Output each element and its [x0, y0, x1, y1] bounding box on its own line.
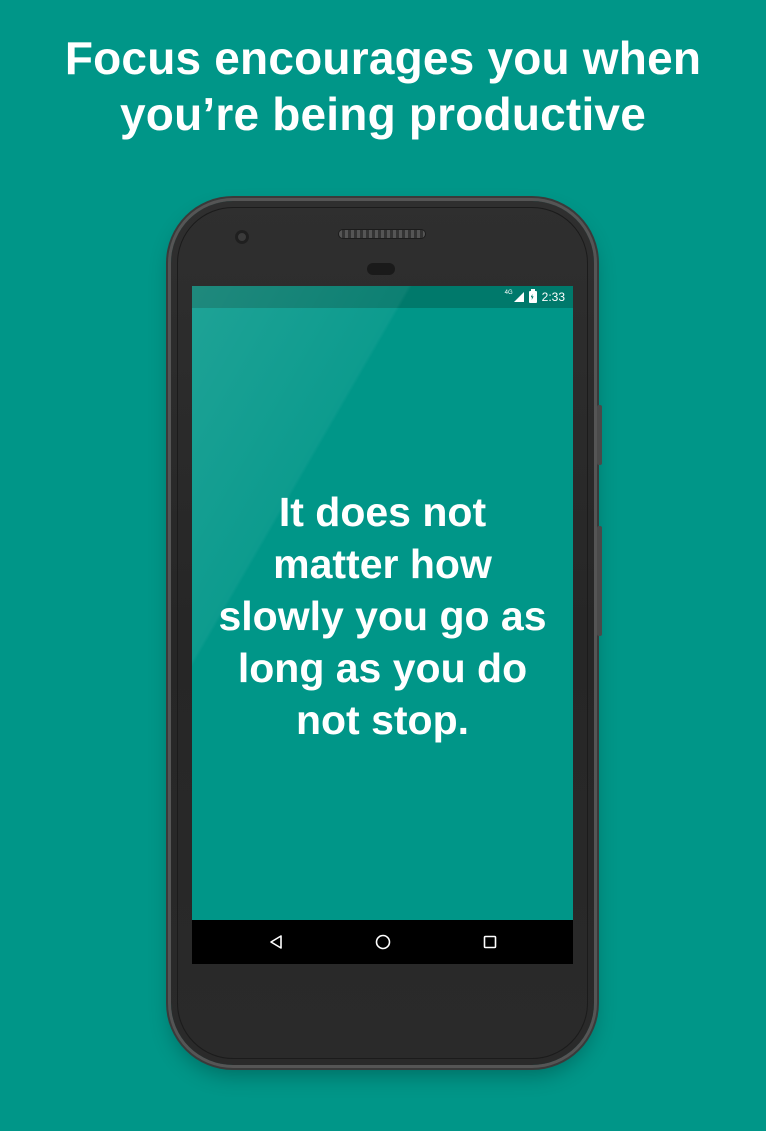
- quote-line-1: It does not: [278, 489, 487, 535]
- headline-line-2: you’re being productive: [119, 88, 646, 140]
- phone-mockup: 4G 2:33 It does not matter how slowly yo…: [171, 201, 602, 1065]
- battery-charging-icon: [528, 289, 537, 303]
- front-camera: [235, 230, 249, 244]
- quote-line-5: not stop.: [295, 697, 470, 743]
- power-button: [597, 405, 602, 465]
- volume-button: [597, 526, 602, 636]
- status-icons: 4G 2:33: [505, 286, 565, 308]
- nav-back-button[interactable]: [266, 932, 286, 952]
- signal-icon: [513, 292, 524, 302]
- motivational-quote: It does not matter how slowly you go as …: [206, 486, 559, 746]
- proximity-sensor: [367, 263, 395, 275]
- square-recents-icon: [483, 935, 497, 949]
- nav-home-button[interactable]: [373, 932, 393, 952]
- headline-line-1: Focus encourages you when: [64, 32, 702, 84]
- network-type-label: 4G: [504, 290, 513, 296]
- phone-screen: 4G 2:33 It does not matter how slowly yo…: [192, 286, 573, 964]
- status-bar: 4G 2:33: [192, 286, 573, 308]
- promo-headline: Focus encourages you when you’re being p…: [0, 30, 766, 142]
- earpiece-speaker: [339, 230, 425, 238]
- quote-line-2: matter how: [273, 541, 492, 587]
- quote-line-4: long as you do: [237, 645, 528, 691]
- quote-line-3: slowly you go as: [218, 593, 547, 639]
- navigation-bar: [192, 920, 573, 964]
- nav-recents-button[interactable]: [480, 932, 500, 952]
- triangle-back-icon: [270, 935, 282, 949]
- circle-home-icon: [375, 934, 391, 950]
- status-time: 2:33: [541, 290, 565, 304]
